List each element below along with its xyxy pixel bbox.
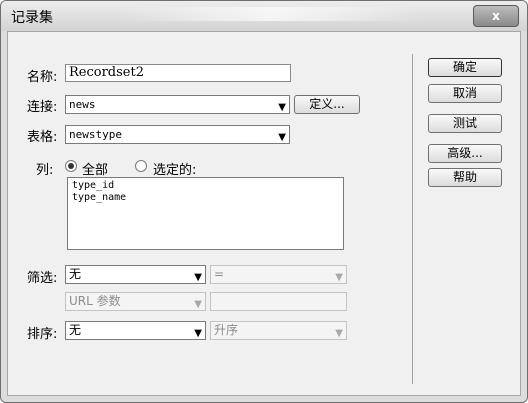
filter-column-select[interactable]: 无 ▼ [65,265,206,284]
test-button[interactable]: 测试 [428,114,502,133]
window-title: 记录集 [11,10,53,26]
filter-column-value: 无 [69,267,82,281]
help-button[interactable]: 帮助 [428,168,502,187]
divider [412,54,413,384]
table-select[interactable]: newstype ▼ [65,125,290,144]
ok-button[interactable]: 确定 [428,58,502,77]
name-label: 名称: [27,70,58,85]
sort-order-select[interactable]: 升序 ▼ [210,321,347,340]
filter-value-input[interactable] [210,292,347,311]
chevron-down-icon: ▼ [335,328,343,339]
sort-label: 排序: [27,327,58,342]
columns-all-radio[interactable] [65,160,77,172]
chevron-down-icon: ▼ [278,102,286,113]
table-value: newstype [69,128,122,141]
columns-selected-label[interactable]: 选定的: [153,159,196,178]
columns-label: 列: [36,163,54,178]
filter-source-select[interactable]: URL 参数 ▼ [65,292,206,311]
filter-label: 筛选: [27,271,58,286]
connection-label: 连接: [27,100,58,115]
close-button[interactable]: x [473,5,519,27]
recordset-name-input[interactable]: Recordset2 [65,64,291,82]
columns-all-label[interactable]: 全部 [82,159,108,178]
chevron-down-icon: ▼ [194,272,202,283]
recordset-dialog: 记录集 x 名称: Recordset2 连接: news ▼ 定义... 表格… [0,0,528,403]
define-button[interactable]: 定义... [294,95,360,114]
chevron-down-icon: ▼ [194,328,202,339]
close-icon: x [492,9,500,23]
columns-listbox[interactable]: type_id type_name [67,177,344,250]
filter-source-value: URL 参数 [69,294,121,308]
table-label: 表格: [27,130,58,145]
advanced-button[interactable]: 高级... [428,144,502,163]
chevron-down-icon: ▼ [194,299,202,310]
filter-operator-select[interactable]: = ▼ [210,265,347,284]
sort-column-select[interactable]: 无 ▼ [65,321,206,340]
sort-order-value: 升序 [214,323,239,337]
chevron-down-icon: ▼ [278,132,286,143]
title-bar: 记录集 x [1,1,527,31]
columns-selected-radio[interactable] [135,160,147,172]
connection-select[interactable]: news ▼ [65,95,290,114]
connection-value: news [69,98,96,111]
cancel-button[interactable]: 取消 [428,84,502,103]
chevron-down-icon: ▼ [335,272,343,283]
list-item[interactable]: type_name [72,192,339,204]
filter-operator-value: = [214,267,225,281]
dialog-body: 名称: Recordset2 连接: news ▼ 定义... 表格: news… [7,31,521,396]
sort-column-value: 无 [69,323,82,337]
list-item[interactable]: type_id [72,180,339,192]
